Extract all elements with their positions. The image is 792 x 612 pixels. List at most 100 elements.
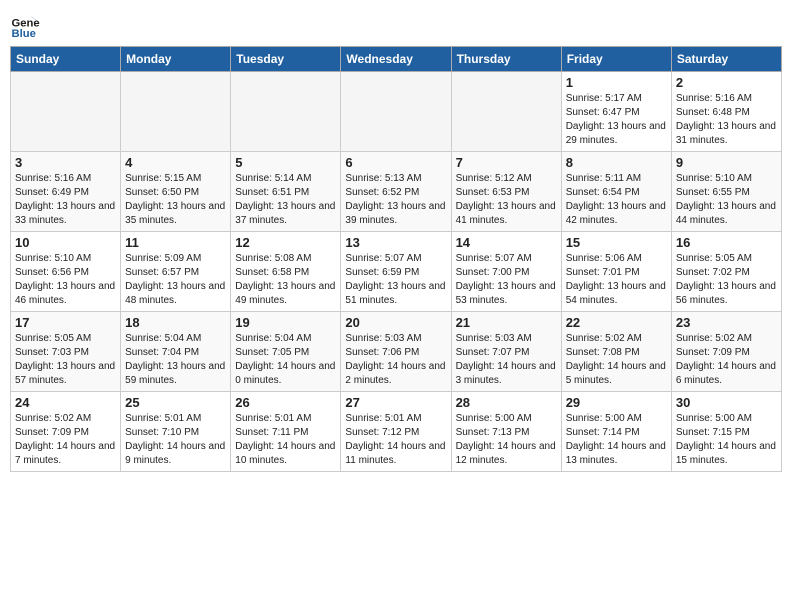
day-number: 6: [345, 155, 446, 170]
day-number: 16: [676, 235, 777, 250]
day-info: Sunrise: 5:16 AMSunset: 6:49 PMDaylight:…: [15, 173, 115, 226]
calendar-cell: 29 Sunrise: 5:00 AMSunset: 7:14 PMDayligh…: [561, 392, 671, 472]
day-number: 21: [456, 315, 557, 330]
day-info: Sunrise: 5:02 AMSunset: 7:09 PMDaylight:…: [676, 333, 776, 386]
day-info: Sunrise: 5:09 AMSunset: 6:57 PMDaylight:…: [125, 253, 225, 306]
day-number: 27: [345, 395, 446, 410]
day-info: Sunrise: 5:07 AMSunset: 6:59 PMDaylight:…: [345, 253, 445, 306]
week-row-2: 3 Sunrise: 5:16 AMSunset: 6:49 PMDaylight…: [11, 152, 782, 232]
day-number: 11: [125, 235, 226, 250]
calendar-cell: 20 Sunrise: 5:03 AMSunset: 7:06 PMDayligh…: [341, 312, 451, 392]
day-number: 1: [566, 75, 667, 90]
day-info: Sunrise: 5:15 AMSunset: 6:50 PMDaylight:…: [125, 173, 225, 226]
day-number: 5: [235, 155, 336, 170]
svg-text:Blue: Blue: [12, 28, 36, 40]
day-number: 25: [125, 395, 226, 410]
col-header-saturday: Saturday: [671, 47, 781, 72]
calendar-cell: 18 Sunrise: 5:04 AMSunset: 7:04 PMDayligh…: [121, 312, 231, 392]
day-number: 8: [566, 155, 667, 170]
day-info: Sunrise: 5:01 AMSunset: 7:12 PMDaylight:…: [345, 413, 445, 466]
day-info: Sunrise: 5:08 AMSunset: 6:58 PMDaylight:…: [235, 253, 335, 306]
day-number: 23: [676, 315, 777, 330]
calendar-cell: 8 Sunrise: 5:11 AMSunset: 6:54 PMDaylight…: [561, 152, 671, 232]
week-row-5: 24 Sunrise: 5:02 AMSunset: 7:09 PMDayligh…: [11, 392, 782, 472]
calendar-table: SundayMondayTuesdayWednesdayThursdayFrid…: [10, 46, 782, 472]
calendar-cell: 12 Sunrise: 5:08 AMSunset: 6:58 PMDayligh…: [231, 232, 341, 312]
day-number: 10: [15, 235, 116, 250]
day-info: Sunrise: 5:00 AMSunset: 7:14 PMDaylight:…: [566, 413, 666, 466]
day-info: Sunrise: 5:14 AMSunset: 6:51 PMDaylight:…: [235, 173, 335, 226]
day-number: 13: [345, 235, 446, 250]
day-info: Sunrise: 5:04 AMSunset: 7:04 PMDaylight:…: [125, 333, 225, 386]
col-header-monday: Monday: [121, 47, 231, 72]
calendar-cell: 7 Sunrise: 5:12 AMSunset: 6:53 PMDaylight…: [451, 152, 561, 232]
day-info: Sunrise: 5:06 AMSunset: 7:01 PMDaylight:…: [566, 253, 666, 306]
day-info: Sunrise: 5:12 AMSunset: 6:53 PMDaylight:…: [456, 173, 556, 226]
day-info: Sunrise: 5:16 AMSunset: 6:48 PMDaylight:…: [676, 93, 776, 146]
day-info: Sunrise: 5:04 AMSunset: 7:05 PMDaylight:…: [235, 333, 335, 386]
col-header-sunday: Sunday: [11, 47, 121, 72]
day-number: 15: [566, 235, 667, 250]
day-info: Sunrise: 5:07 AMSunset: 7:00 PMDaylight:…: [456, 253, 556, 306]
calendar-cell: 30 Sunrise: 5:00 AMSunset: 7:15 PMDayligh…: [671, 392, 781, 472]
day-number: 7: [456, 155, 557, 170]
logo: General Blue: [10, 10, 44, 40]
calendar-cell: [451, 72, 561, 152]
day-info: Sunrise: 5:17 AMSunset: 6:47 PMDaylight:…: [566, 93, 666, 146]
day-number: 12: [235, 235, 336, 250]
calendar-cell: 21Sunrise: 5:03 AMSunset: 7:07 PMDayligh…: [451, 312, 561, 392]
calendar-cell: 24 Sunrise: 5:02 AMSunset: 7:09 PMDayligh…: [11, 392, 121, 472]
calendar-cell: 23 Sunrise: 5:02 AMSunset: 7:09 PMDayligh…: [671, 312, 781, 392]
day-number: 28: [456, 395, 557, 410]
day-number: 20: [345, 315, 446, 330]
calendar-cell: 15 Sunrise: 5:06 AMSunset: 7:01 PMDayligh…: [561, 232, 671, 312]
day-info: Sunrise: 5:02 AMSunset: 7:08 PMDaylight:…: [566, 333, 666, 386]
calendar-cell: 4 Sunrise: 5:15 AMSunset: 6:50 PMDaylight…: [121, 152, 231, 232]
day-info: Sunrise: 5:03 AMSunset: 7:06 PMDaylight:…: [345, 333, 445, 386]
day-number: 3: [15, 155, 116, 170]
calendar-cell: 10 Sunrise: 5:10 AMSunset: 6:56 PMDayligh…: [11, 232, 121, 312]
week-row-3: 10 Sunrise: 5:10 AMSunset: 6:56 PMDayligh…: [11, 232, 782, 312]
week-row-1: 1 Sunrise: 5:17 AMSunset: 6:47 PMDaylight…: [11, 72, 782, 152]
day-number: 17: [15, 315, 116, 330]
day-info: Sunrise: 5:02 AMSunset: 7:09 PMDaylight:…: [15, 413, 115, 466]
calendar-cell: [231, 72, 341, 152]
calendar-cell: 6 Sunrise: 5:13 AMSunset: 6:52 PMDaylight…: [341, 152, 451, 232]
day-number: 29: [566, 395, 667, 410]
logo-icon: General Blue: [10, 10, 40, 40]
calendar-cell: 3 Sunrise: 5:16 AMSunset: 6:49 PMDaylight…: [11, 152, 121, 232]
calendar-cell: [121, 72, 231, 152]
day-number: 19: [235, 315, 336, 330]
day-info: Sunrise: 5:11 AMSunset: 6:54 PMDaylight:…: [566, 173, 666, 226]
day-info: Sunrise: 5:13 AMSunset: 6:52 PMDaylight:…: [345, 173, 445, 226]
day-info: Sunrise: 5:01 AMSunset: 7:10 PMDaylight:…: [125, 413, 225, 466]
day-number: 24: [15, 395, 116, 410]
col-header-friday: Friday: [561, 47, 671, 72]
day-info: Sunrise: 5:00 AMSunset: 7:15 PMDaylight:…: [676, 413, 776, 466]
header: General Blue: [10, 10, 782, 40]
calendar-cell: 9 Sunrise: 5:10 AMSunset: 6:55 PMDaylight…: [671, 152, 781, 232]
calendar-cell: 16 Sunrise: 5:05 AMSunset: 7:02 PMDayligh…: [671, 232, 781, 312]
day-number: 18: [125, 315, 226, 330]
calendar-cell: 19 Sunrise: 5:04 AMSunset: 7:05 PMDayligh…: [231, 312, 341, 392]
calendar-cell: 27 Sunrise: 5:01 AMSunset: 7:12 PMDayligh…: [341, 392, 451, 472]
day-number: 30: [676, 395, 777, 410]
calendar-cell: 14 Sunrise: 5:07 AMSunset: 7:00 PMDayligh…: [451, 232, 561, 312]
calendar-cell: 25 Sunrise: 5:01 AMSunset: 7:10 PMDayligh…: [121, 392, 231, 472]
day-number: 14: [456, 235, 557, 250]
day-number: 26: [235, 395, 336, 410]
day-info: Sunrise: 5:05 AMSunset: 7:02 PMDaylight:…: [676, 253, 776, 306]
day-number: 9: [676, 155, 777, 170]
calendar-cell: 2Sunrise: 5:16 AMSunset: 6:48 PMDaylight…: [671, 72, 781, 152]
day-info: Sunrise: 5:01 AMSunset: 7:11 PMDaylight:…: [235, 413, 335, 466]
calendar-cell: 22Sunrise: 5:02 AMSunset: 7:08 PMDayligh…: [561, 312, 671, 392]
col-header-thursday: Thursday: [451, 47, 561, 72]
day-number: 4: [125, 155, 226, 170]
calendar-cell: 1 Sunrise: 5:17 AMSunset: 6:47 PMDaylight…: [561, 72, 671, 152]
day-info: Sunrise: 5:10 AMSunset: 6:55 PMDaylight:…: [676, 173, 776, 226]
day-info: Sunrise: 5:10 AMSunset: 6:56 PMDaylight:…: [15, 253, 115, 306]
calendar-cell: 26 Sunrise: 5:01 AMSunset: 7:11 PMDayligh…: [231, 392, 341, 472]
col-header-wednesday: Wednesday: [341, 47, 451, 72]
header-row: SundayMondayTuesdayWednesdayThursdayFrid…: [11, 47, 782, 72]
calendar-cell: 17Sunrise: 5:05 AMSunset: 7:03 PMDayligh…: [11, 312, 121, 392]
